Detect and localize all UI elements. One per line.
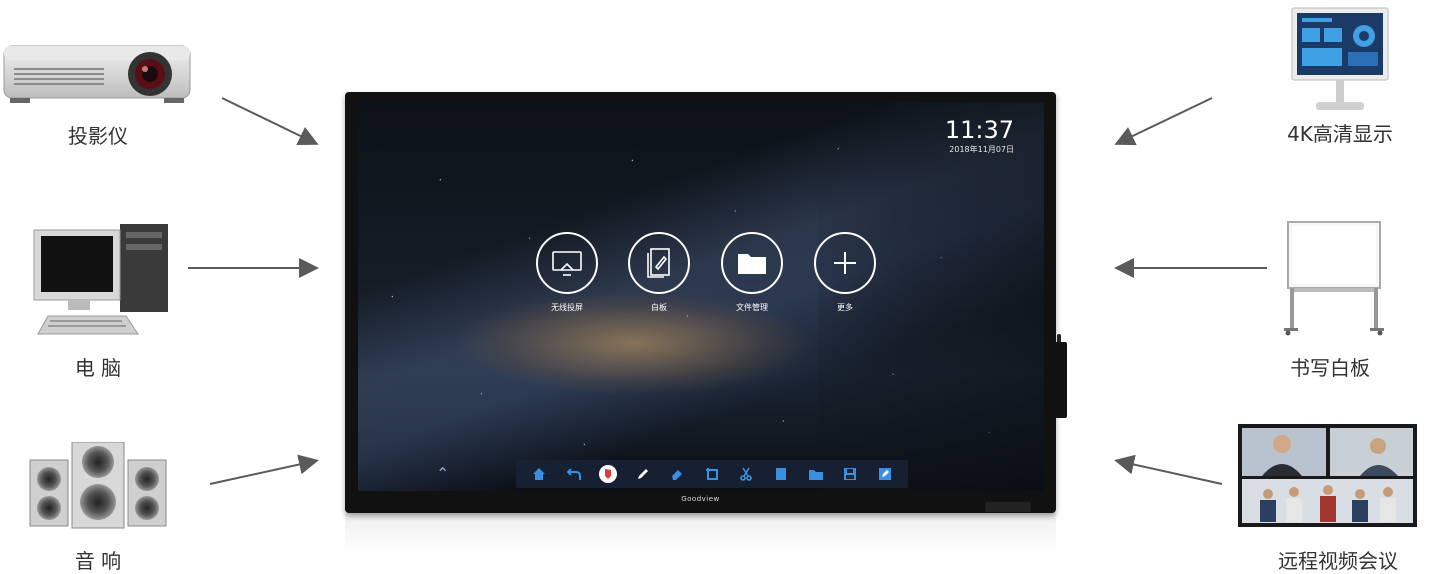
page-icon[interactable] <box>771 464 791 484</box>
front-port-panel <box>985 502 1031 512</box>
home-icon[interactable] <box>529 464 549 484</box>
folder-icon <box>721 232 783 294</box>
erase-hand-icon[interactable] <box>598 464 618 484</box>
app-wireless-cast[interactable]: 无线投屏 <box>534 232 600 313</box>
app-file-manager-label: 文件管理 <box>736 303 768 312</box>
arrow-monitor <box>1114 97 1213 146</box>
arrow-projector <box>221 97 319 146</box>
plus-icon <box>814 232 876 294</box>
clock-date: 2018年11月07日 <box>949 145 1014 154</box>
app-more[interactable]: 更多 <box>812 232 878 313</box>
brand-logo: Goodview <box>681 495 720 503</box>
app-wireless-cast-label: 无线投屏 <box>551 303 583 312</box>
whiteboard-doc-icon <box>628 232 690 294</box>
interactive-display: 11:37 2018年11月07日 无线投屏 白板 文件管理 更多 ⌃ Good… <box>345 92 1067 513</box>
stylus-pen <box>1055 342 1067 418</box>
arrow-speakers <box>209 454 319 485</box>
display-screen: 11:37 2018年11月07日 无线投屏 白板 文件管理 更多 ⌃ <box>358 102 1044 491</box>
app-whiteboard[interactable]: 白板 <box>626 232 692 313</box>
edit-icon[interactable] <box>875 464 895 484</box>
crop-icon[interactable] <box>702 464 722 484</box>
display-reflection <box>345 513 1056 553</box>
undo-icon[interactable] <box>564 464 584 484</box>
app-more-label: 更多 <box>837 303 853 312</box>
annotation-toolbar <box>516 460 908 488</box>
app-whiteboard-label: 白板 <box>651 303 667 312</box>
arrow-video <box>1114 454 1223 485</box>
expand-up-icon[interactable]: ⌃ <box>436 464 449 483</box>
clock-time: 11:37 <box>944 116 1014 144</box>
eraser-icon[interactable] <box>667 464 687 484</box>
wireless-cast-icon <box>536 232 598 294</box>
folder-open-icon[interactable] <box>806 464 826 484</box>
pen-icon[interactable] <box>633 464 653 484</box>
save-icon[interactable] <box>840 464 860 484</box>
scissors-icon[interactable] <box>736 464 756 484</box>
app-file-manager[interactable]: 文件管理 <box>719 232 785 313</box>
